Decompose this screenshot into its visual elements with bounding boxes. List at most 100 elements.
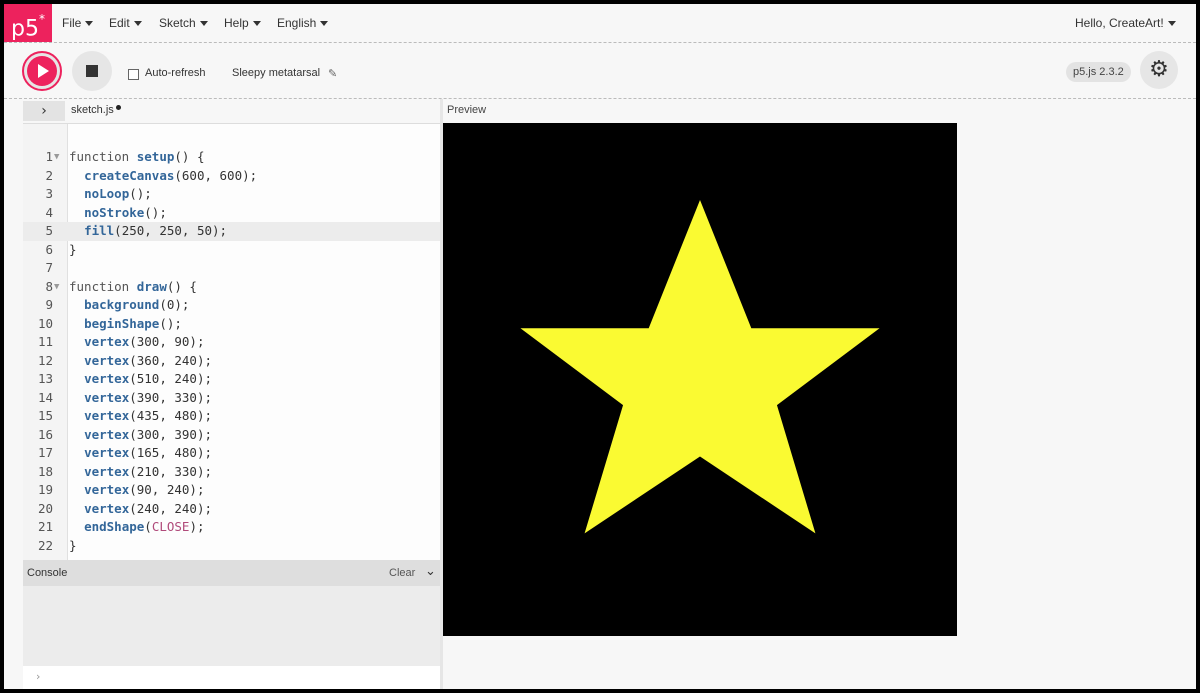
code-line[interactable]: 18 vertex(210, 330); — [23, 463, 440, 482]
code-text: function draw() { — [69, 278, 197, 294]
settings-button[interactable]: ⚙ — [1140, 51, 1178, 89]
app-window: p5* File Edit Sketch Help English Hello,… — [4, 4, 1196, 689]
expand-sidebar-button[interactable]: › — [23, 101, 65, 121]
fold-arrow-icon[interactable]: ▼ — [54, 278, 59, 297]
code-text: beginShape(); — [84, 315, 182, 331]
code-line[interactable]: 21 endShape(CLOSE); — [23, 518, 440, 537]
caret-down-icon — [252, 21, 261, 27]
code-line[interactable]: 22} — [23, 537, 440, 556]
code-line[interactable]: 15 vertex(435, 480); — [23, 407, 440, 426]
gear-icon: ⚙ — [1149, 57, 1169, 82]
console-clear-button[interactable]: Clear — [389, 567, 415, 579]
toolbar: Auto-refresh Sleepy metatarsal ✎ p5.js 2… — [4, 43, 1196, 99]
code-text: vertex(165, 480); — [84, 445, 213, 460]
collapse-console-icon[interactable]: ⌄ — [425, 564, 436, 579]
code-text: vertex(510, 240); — [84, 371, 213, 386]
line-number: 6 — [45, 241, 53, 257]
code-text: vertex(210, 330); — [84, 463, 213, 479]
line-number: 3 — [45, 186, 53, 201]
code-line[interactable]: 1 ▼ function setup() { — [23, 148, 440, 167]
code-line[interactable]: 16 vertex(300, 390); — [23, 426, 440, 445]
play-button[interactable] — [22, 51, 62, 91]
line-number: 18 — [37, 463, 53, 479]
caret-down-icon — [199, 21, 208, 27]
code-text: } — [69, 241, 77, 257]
code-text: vertex(360, 240); — [84, 352, 213, 368]
console-input[interactable]: › — [23, 666, 440, 689]
play-icon — [27, 56, 57, 86]
code-line[interactable]: 6} — [23, 241, 440, 260]
code-line[interactable]: 11 vertex(300, 90); — [23, 333, 440, 352]
line-number: 7 — [45, 260, 53, 275]
line-number: 15 — [37, 408, 53, 423]
fold-arrow-icon[interactable]: ▼ — [54, 148, 59, 167]
code-text: vertex(435, 480); — [84, 408, 213, 423]
code-line[interactable]: 5 fill(250, 250, 50); — [23, 222, 440, 241]
code-line[interactable]: 13 vertex(510, 240); — [23, 370, 440, 389]
code-line[interactable]: 3 noLoop(); — [23, 185, 440, 204]
code-line[interactable]: 12 vertex(360, 240); — [23, 352, 440, 371]
line-number: 4 — [45, 204, 53, 220]
pencil-icon[interactable]: ✎ — [328, 67, 337, 80]
line-number: 2 — [45, 167, 53, 183]
menu-help[interactable]: Help — [224, 4, 261, 42]
line-number: 9 — [45, 297, 53, 312]
code-line[interactable]: 20 vertex(240, 240); — [23, 500, 440, 519]
code-text: vertex(300, 390); — [84, 426, 213, 442]
caret-down-icon — [1167, 21, 1176, 27]
line-number: 20 — [37, 500, 53, 516]
console-header: Console Clear ⌄ — [23, 560, 440, 586]
line-number: 1 — [45, 149, 53, 164]
code-line[interactable]: 19 vertex(90, 240); — [23, 481, 440, 500]
auto-refresh-checkbox[interactable] — [128, 69, 139, 80]
menu-language[interactable]: English — [277, 4, 329, 42]
line-number: 5 — [45, 223, 53, 238]
console-output — [23, 586, 440, 666]
menu-sketch[interactable]: Sketch — [159, 4, 208, 42]
code-text: createCanvas(600, 600); — [84, 167, 258, 183]
code-editor[interactable]: 1 ▼ function setup() {2 createCanvas(600, … — [23, 123, 440, 561]
code-line[interactable]: 9 background(0); — [23, 296, 440, 315]
code-line[interactable]: 4 noStroke(); — [23, 204, 440, 223]
line-number: 10 — [37, 315, 53, 331]
p5-logo[interactable]: p5* — [4, 4, 52, 42]
code-text: vertex(300, 90); — [84, 334, 205, 349]
code-line[interactable]: 17 vertex(165, 480); — [23, 444, 440, 463]
unsaved-indicator — [116, 105, 121, 110]
user-menu[interactable]: Hello, CreateArt! — [1075, 4, 1176, 42]
caret-down-icon — [133, 21, 142, 27]
menu-file[interactable]: File — [62, 4, 94, 42]
line-number: 22 — [37, 537, 53, 553]
line-number: 13 — [37, 371, 53, 386]
line-number: 16 — [37, 426, 53, 442]
code-text: vertex(90, 240); — [84, 482, 205, 497]
file-tab[interactable]: sketch.js — [71, 104, 114, 116]
preview-label: Preview — [447, 104, 487, 116]
sketch-name[interactable]: Sleepy metatarsal — [232, 67, 320, 79]
code-text: fill(250, 250, 50); — [84, 223, 228, 238]
code-text: background(0); — [84, 297, 190, 312]
code-text: vertex(240, 240); — [84, 500, 213, 516]
preview-canvas[interactable] — [443, 123, 957, 636]
menu-edit[interactable]: Edit — [109, 4, 142, 42]
line-number: 21 — [37, 519, 53, 534]
star-shape — [520, 199, 880, 534]
code-line[interactable]: 7 — [23, 259, 440, 278]
canvas-svg — [520, 199, 880, 534]
line-number: 19 — [37, 482, 53, 497]
code-text: noStroke(); — [84, 204, 167, 220]
console-title: Console — [27, 567, 68, 579]
line-number: 11 — [37, 334, 53, 349]
code-text: } — [69, 537, 77, 553]
code-line[interactable]: 10 beginShape(); — [23, 315, 440, 334]
code-line[interactable]: 2 createCanvas(600, 600); — [23, 167, 440, 186]
stop-button[interactable] — [72, 51, 112, 91]
stop-icon — [86, 65, 98, 77]
code-line[interactable]: 8 ▼ function draw() { — [23, 278, 440, 297]
top-nav: p5* File Edit Sketch Help English Hello,… — [4, 4, 1196, 43]
version-badge[interactable]: p5.js 2.3.2 — [1066, 62, 1131, 82]
line-number: 17 — [37, 445, 53, 460]
line-number: 12 — [37, 352, 53, 368]
code-line[interactable]: 14 vertex(390, 330); — [23, 389, 440, 408]
line-number: 14 — [37, 389, 53, 405]
